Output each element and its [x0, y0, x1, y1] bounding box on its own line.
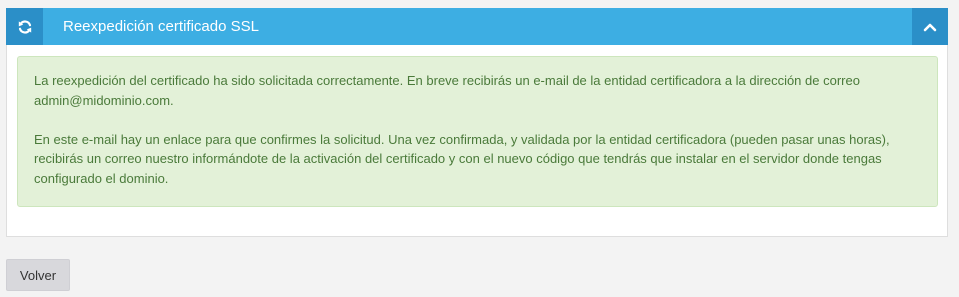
collapse-button[interactable] — [912, 8, 948, 45]
panel-title: Reexpedición certificado SSL — [63, 18, 259, 35]
success-alert: La reexpedición del certificado ha sido … — [17, 56, 938, 207]
alert-paragraph-request: La reexpedición del certificado ha sido … — [34, 73, 860, 108]
panel-header: Reexpedición certificado SSL — [6, 8, 948, 45]
refresh-button[interactable] — [6, 8, 43, 45]
chevron-up-icon — [923, 23, 937, 31]
ssl-reissue-panel: Reexpedición certificado SSL La reexpedi… — [6, 8, 948, 237]
alert-paragraph-confirmation: En este e-mail hay un enlace para que co… — [34, 131, 890, 186]
back-button[interactable]: Volver — [6, 259, 70, 291]
refresh-icon — [18, 19, 31, 34]
